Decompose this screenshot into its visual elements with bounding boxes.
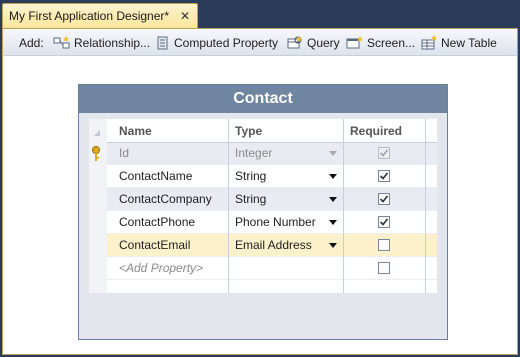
chevron-down-icon[interactable] [329,243,337,248]
property-type[interactable]: String [235,192,266,206]
chevron-down-icon[interactable] [329,174,337,179]
add-new-table-button[interactable]: New Table [420,33,497,53]
property-type[interactable]: String [235,169,266,183]
corner-glyph [94,130,100,136]
tab-title: My First Application Designer* [9,9,170,23]
add-screen-button[interactable]: Screen... [346,33,415,53]
add-query-button[interactable]: Query [286,33,340,53]
designer-document: Add: Relationship... Computed Property Q… [2,28,518,355]
table-row[interactable]: <Add Property> [107,257,437,280]
required-checkbox[interactable] [378,216,390,228]
required-checkbox [378,147,390,159]
computed-property-icon [157,36,168,50]
property-name: Id [119,146,130,160]
property-type: Integer [235,146,273,160]
toolbar-item-label: Screen... [367,36,416,50]
toolbar-item-label: Query [307,36,340,50]
toolbar-item-label: Computed Property [174,36,279,50]
column-header-type: Type [235,123,263,138]
column-header-name: Name [119,123,152,138]
add-relationship-button[interactable]: Relationship... [53,33,150,53]
required-checkbox[interactable] [378,193,390,205]
table-row[interactable]: Id Integer [92,142,437,165]
query-icon [287,36,302,49]
property-name[interactable]: ContactPhone [119,215,195,229]
close-icon[interactable]: ✕ [180,9,190,23]
property-type[interactable]: Email Address [235,238,312,252]
header-divider [107,142,437,143]
required-checkbox[interactable] [378,170,390,182]
chevron-down-icon [329,151,337,156]
column-divider [425,119,426,293]
add-label: Add: [19,36,44,50]
add-property-input[interactable]: <Add Property> [119,261,203,275]
required-checkbox[interactable] [378,262,390,274]
table-icon [421,35,437,50]
key-icon [91,146,101,165]
required-checkbox[interactable] [378,239,390,251]
toolbar-item-label: Relationship... [74,36,151,50]
toolbar-item-label: New Table [441,36,497,50]
property-name[interactable]: ContactEmail [119,238,190,252]
add-computed-property-button[interactable]: Computed Property [155,33,278,53]
relationship-icon [53,36,70,49]
column-header-required: Required [350,123,403,138]
entity-card: Contact Name Type Required Id Integer Co… [78,84,448,340]
table-row[interactable]: ContactName String [107,165,437,188]
designer-tab[interactable]: My First Application Designer* ✕ [2,3,198,28]
property-name[interactable]: ContactCompany [119,192,212,206]
chevron-down-icon[interactable] [329,220,337,225]
screen-icon [346,36,363,49]
chevron-down-icon[interactable] [329,197,337,202]
entity-title[interactable]: Contact [79,85,447,113]
table-row[interactable]: ContactCompany String [107,188,437,211]
table-row[interactable]: ContactEmail Email Address [107,234,437,257]
column-divider [228,119,229,293]
property-type[interactable]: Phone Number [235,215,316,229]
designer-toolbar: Add: Relationship... Computed Property Q… [3,29,517,56]
column-divider [343,119,344,293]
property-name[interactable]: ContactName [119,169,192,183]
table-row[interactable]: ContactPhone Phone Number [107,211,437,234]
